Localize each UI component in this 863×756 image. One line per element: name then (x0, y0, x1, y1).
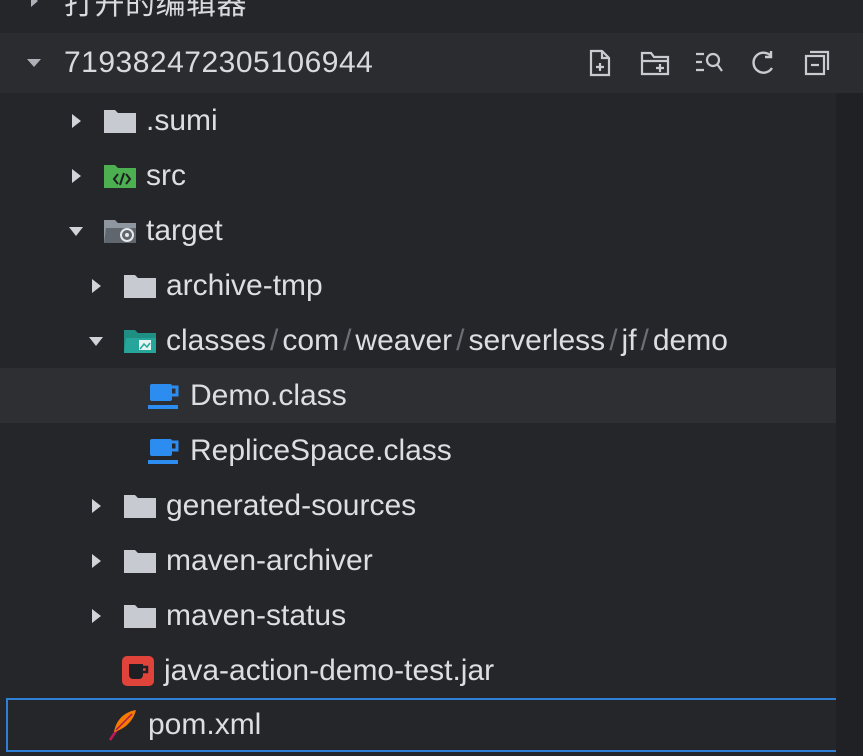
folder-icon (122, 491, 158, 521)
tree-item-demo-class[interactable]: Demo.class (0, 368, 863, 423)
tree-item-label: .sumi (146, 103, 218, 137)
chevron-right-icon[interactable] (88, 498, 104, 514)
tree-item-maven-status[interactable]: maven-status (6, 588, 836, 643)
path-segment[interactable]: classes (166, 324, 266, 357)
project-name: 719382472305106944 (64, 46, 374, 79)
source-folder-icon (102, 161, 138, 191)
collapse-all-icon[interactable] (801, 45, 833, 81)
folder-icon (122, 546, 158, 576)
chevron-right-icon[interactable] (88, 608, 104, 624)
tree-item-replice-class[interactable]: RepliceSpace.class (6, 423, 836, 478)
folder-icon (122, 601, 158, 631)
tree-item-src[interactable]: src (6, 148, 836, 203)
target-folder-icon (102, 216, 138, 246)
path-segment[interactable]: com (282, 324, 339, 357)
path-segment[interactable]: demo (653, 324, 728, 357)
tree-item-label: RepliceSpace.class (190, 433, 452, 467)
project-header[interactable]: 719382472305106944 (0, 33, 863, 93)
tree-item-label: generated-sources (166, 488, 417, 522)
path-segment[interactable]: jf (622, 324, 637, 357)
tree-item-label: classes / com / weaver / serverless / jf / demo (166, 323, 728, 357)
refresh-icon[interactable] (747, 45, 779, 81)
tree-item-label: maven-status (166, 598, 347, 632)
tree-item-label: maven-archiver (166, 543, 373, 577)
new-file-icon[interactable] (585, 45, 617, 81)
java-class-icon (146, 381, 182, 411)
tree-item-label: pom.xml (148, 708, 262, 741)
tree-item-label: java-action-demo-test.jar (164, 653, 495, 687)
tree-item-label: src (146, 158, 186, 192)
tree-item-classes[interactable]: classes / com / weaver / serverless / jf / demo (6, 313, 836, 368)
search-tree-icon[interactable] (693, 45, 725, 81)
path-segment[interactable]: weaver (355, 324, 452, 357)
tree-item-label: target (146, 213, 223, 247)
classes-folder-icon (122, 326, 158, 356)
project-actions (585, 45, 833, 81)
open-editors-header[interactable]: 打开的编辑器 (0, 0, 863, 32)
chevron-right-icon[interactable] (68, 113, 84, 129)
chevron-down-icon[interactable] (26, 55, 42, 71)
tree-item-generated-sources[interactable]: generated-sources (6, 478, 836, 533)
tree-item-sumi[interactable]: .sumi (6, 93, 836, 148)
folder-icon (122, 271, 158, 301)
jar-icon (120, 655, 156, 686)
explorer-panel: 打开的编辑器 719382472305106944 .sumi src targ… (0, 0, 863, 756)
scrollbar[interactable] (836, 93, 863, 756)
new-folder-icon[interactable] (639, 45, 671, 81)
chevron-down-icon[interactable] (68, 223, 84, 239)
tree-item-target[interactable]: target (6, 203, 836, 258)
chevron-right-icon[interactable] (68, 168, 84, 184)
chevron-right-icon[interactable] (88, 278, 104, 294)
folder-icon (102, 106, 138, 136)
chevron-right-icon[interactable] (26, 0, 42, 9)
path-segment[interactable]: serverless (468, 324, 605, 357)
feather-icon (104, 710, 140, 741)
chevron-right-icon[interactable] (88, 553, 104, 569)
tree-item-archive-tmp[interactable]: archive-tmp (6, 258, 836, 313)
java-class-icon (146, 436, 182, 466)
tree-item-jar[interactable]: java-action-demo-test.jar (6, 643, 836, 698)
tree-item-pom[interactable]: pom.xml (6, 698, 855, 752)
tree-item-maven-archiver[interactable]: maven-archiver (6, 533, 836, 588)
chevron-down-icon[interactable] (88, 333, 104, 349)
open-editors-title: 打开的编辑器 (64, 0, 247, 21)
tree-item-label: Demo.class (190, 378, 347, 412)
tree-item-label: archive-tmp (166, 268, 323, 302)
